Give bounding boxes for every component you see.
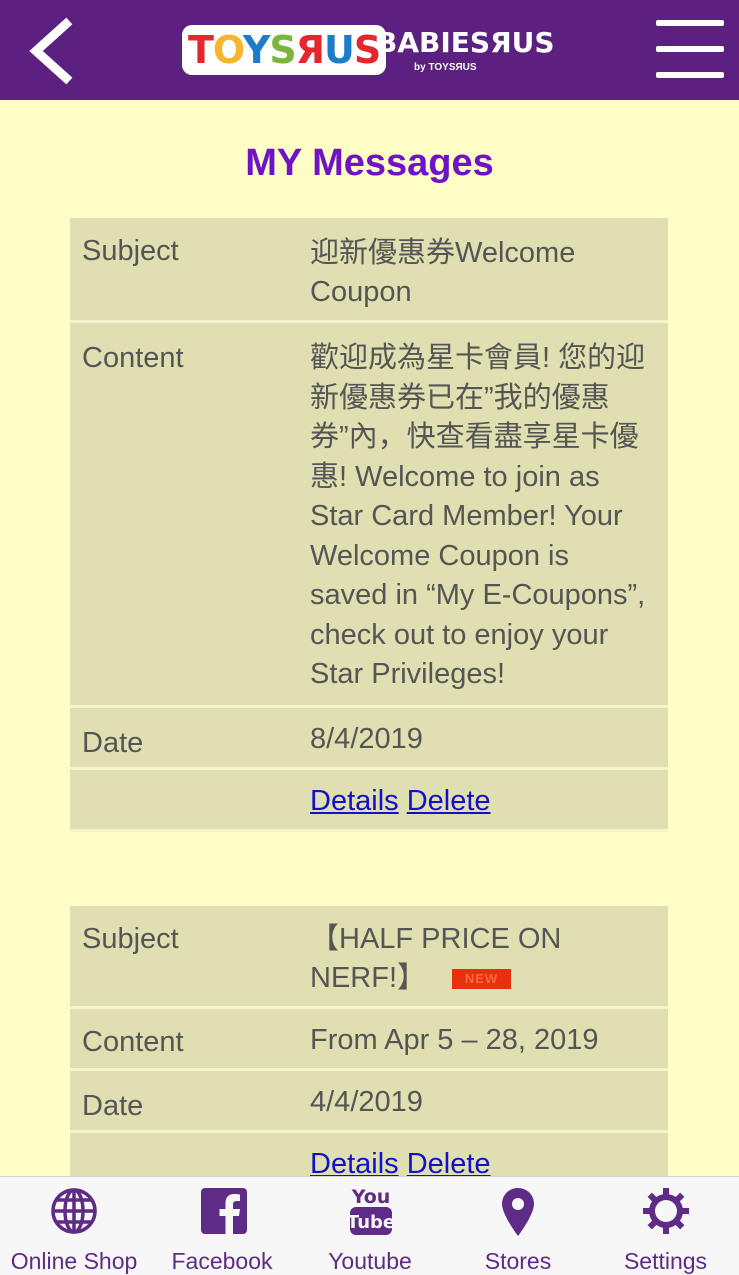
tab-online-shop[interactable]: Online Shop bbox=[0, 1177, 148, 1275]
subject-label: Subject bbox=[70, 218, 298, 323]
new-badge: NEW bbox=[452, 969, 512, 989]
tab-label: Stores bbox=[484, 1248, 552, 1274]
youtube-icon: You Tube bbox=[348, 1186, 394, 1235]
date-label: Date bbox=[70, 706, 298, 770]
subject-label: Subject bbox=[70, 906, 298, 1009]
details-link[interactable]: Details bbox=[310, 785, 399, 817]
content-label: Content bbox=[70, 1007, 298, 1071]
content-value: 歡迎成為星卡會員! 您的迎新優惠券已在”我的優惠券”內，快查看盡享星卡優惠! W… bbox=[298, 321, 668, 708]
date-value: 8/4/2019 bbox=[298, 706, 668, 770]
tab-facebook[interactable]: Facebook bbox=[148, 1177, 296, 1275]
message-content-row: Content From Apr 5 – 28, 2019 bbox=[70, 1007, 668, 1071]
content-text: 歡迎成為星卡會員! 您的迎新優惠券已在”我的優惠券”內，快查看盡享星卡優惠! W… bbox=[310, 342, 646, 690]
globe-icon bbox=[51, 1188, 97, 1234]
babiesrus-logo: BABIESЯUS by TOYSЯUS bbox=[376, 26, 555, 73]
message-date-row: Date 4/4/2019 bbox=[70, 1069, 668, 1133]
bottom-tab-bar: Online Shop Facebook You Tube Youtube St… bbox=[0, 1176, 739, 1275]
actions-spacer bbox=[70, 768, 298, 832]
message-content-row: Content 歡迎成為星卡會員! 您的迎新優惠券已在”我的優惠券”內，快查看盡… bbox=[70, 321, 668, 708]
menu-line-icon bbox=[656, 72, 724, 78]
tab-label: Facebook bbox=[171, 1248, 273, 1274]
delete-link[interactable]: Delete bbox=[407, 785, 491, 817]
tab-youtube[interactable]: You Tube Youtube bbox=[296, 1177, 444, 1275]
subject-text: 【HALF PRICE ON NERF!】 bbox=[310, 923, 562, 994]
hamburger-menu-button[interactable] bbox=[656, 18, 724, 80]
svg-text:Tube: Tube bbox=[348, 1212, 394, 1233]
menu-line-icon bbox=[656, 20, 724, 26]
toysrus-logo: TOYSЯUS bbox=[182, 25, 387, 75]
message-card: Subject 迎新優惠券Welcome Coupon Content 歡迎成為… bbox=[70, 218, 668, 832]
content-label: Content bbox=[70, 321, 298, 708]
chevron-left-icon bbox=[29, 17, 73, 85]
subject-value: 迎新優惠券Welcome Coupon bbox=[298, 218, 668, 323]
menu-line-icon bbox=[656, 46, 724, 52]
tab-label: Youtube bbox=[328, 1248, 412, 1274]
actions-cell: Details Delete bbox=[298, 768, 668, 832]
gear-icon bbox=[643, 1188, 689, 1234]
message-card: Subject 【HALF PRICE ON NERF!】 NEW Content… bbox=[70, 906, 668, 1195]
date-value: 4/4/2019 bbox=[298, 1069, 668, 1133]
back-button[interactable] bbox=[22, 16, 82, 86]
map-pin-icon bbox=[502, 1188, 534, 1236]
page-title: MY Messages bbox=[245, 142, 494, 184]
tab-settings[interactable]: Settings bbox=[592, 1177, 739, 1275]
content-value: From Apr 5 – 28, 2019 bbox=[298, 1007, 668, 1071]
tab-label: Online Shop bbox=[10, 1248, 138, 1274]
facebook-icon bbox=[201, 1188, 247, 1234]
date-label: Date bbox=[70, 1069, 298, 1133]
tab-stores[interactable]: Stores bbox=[444, 1177, 592, 1275]
message-subject-row: Subject 【HALF PRICE ON NERF!】 NEW bbox=[70, 906, 668, 1009]
message-actions-row: Details Delete bbox=[70, 768, 668, 832]
message-subject-row: Subject 迎新優惠券Welcome Coupon bbox=[70, 218, 668, 323]
app-header: TOYSЯUS BABIESЯUS by TOYSЯUS bbox=[0, 0, 739, 100]
svg-text:You: You bbox=[351, 1186, 391, 1208]
message-date-row: Date 8/4/2019 bbox=[70, 706, 668, 770]
tab-label: Settings bbox=[623, 1248, 708, 1274]
subject-value: 【HALF PRICE ON NERF!】 NEW bbox=[298, 906, 668, 1009]
